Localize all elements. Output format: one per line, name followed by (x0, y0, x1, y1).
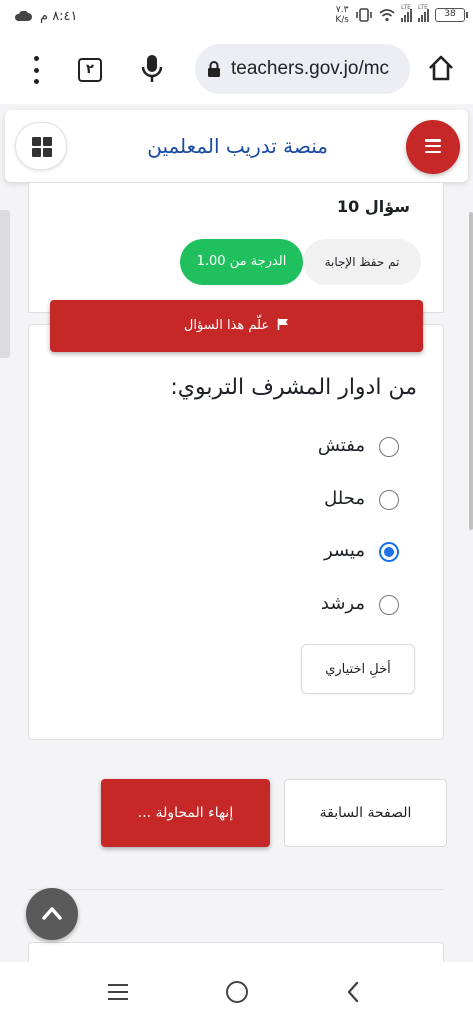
grid-icon (32, 137, 52, 157)
cloud-icon (15, 11, 32, 21)
system-navigation-bar (0, 962, 473, 1024)
apps-grid-button[interactable] (15, 122, 67, 170)
question-card: من ادوار المشرف التربوي: مفتش محلل ميسر … (28, 324, 444, 740)
clear-choice-button[interactable]: أخلِ اختياري (301, 644, 415, 694)
option-2[interactable]: محلل (279, 485, 399, 515)
address-bar[interactable]: teachers.gov.jo/mc (195, 44, 410, 94)
more-options-icon[interactable] (30, 56, 42, 84)
radio-button[interactable] (379, 490, 399, 510)
grade-badge: الدرجة من 1.00 (180, 239, 303, 285)
network-speed: ٧.٣ K/s (335, 5, 349, 25)
microphone-icon[interactable] (140, 54, 164, 84)
status-time: ٨:٤١ م (40, 9, 78, 24)
finish-attempt-button[interactable]: إنهاء المحاولة ... (101, 779, 270, 847)
flag-question-button[interactable]: علّم هذا السؤال (50, 300, 423, 352)
scroll-to-top-button[interactable] (26, 888, 78, 940)
option-1[interactable]: مفتش (279, 432, 399, 462)
status-icons: ٧.٣ K/s LTE LTE 38 (335, 4, 468, 25)
flag-icon (277, 318, 289, 330)
recent-apps-icon[interactable] (108, 984, 128, 1000)
option-label[interactable]: ميسر (324, 540, 365, 561)
tab-switcher-button[interactable]: ٢ (78, 58, 102, 82)
hamburger-menu-icon (425, 139, 441, 153)
radio-button[interactable] (379, 437, 399, 457)
vibrate-icon (356, 8, 372, 22)
home-icon[interactable] (427, 54, 455, 82)
main-menu-button[interactable] (406, 120, 460, 174)
radio-button[interactable] (379, 595, 399, 615)
site-title[interactable]: منصة تدريب المعلمين (147, 134, 328, 158)
home-circle-icon[interactable] (226, 981, 248, 1003)
divider (28, 889, 444, 890)
browser-toolbar: ٢ teachers.gov.jo/mc (0, 34, 473, 104)
site-header: منصة تدريب المعلمين (5, 110, 468, 182)
option-label[interactable]: مفتش (318, 435, 365, 456)
signal-icon-1: LTE (401, 4, 412, 22)
back-arrow-icon[interactable] (344, 980, 362, 1004)
question-text: من ادوار المشرف التربوي: (170, 375, 417, 400)
option-label[interactable]: محلل (324, 488, 365, 509)
lock-icon (208, 61, 220, 77)
signal-icon-2: LTE (418, 4, 429, 22)
option-3[interactable]: ميسر (279, 537, 399, 567)
side-drawer-handle[interactable] (0, 210, 10, 358)
previous-page-button[interactable]: الصفحة السابقة (284, 779, 447, 847)
option-4[interactable]: مرشد (279, 590, 399, 620)
status-bar: ٨:٤١ م ٧.٣ K/s LTE LTE 38 (0, 0, 473, 34)
answer-saved-badge: تم حفظ الإجابة (303, 239, 421, 285)
radio-button-selected[interactable] (379, 542, 399, 562)
battery-icon: 38 (435, 8, 468, 22)
scrollbar[interactable] (469, 212, 473, 530)
option-label[interactable]: مرشد (321, 593, 365, 614)
question-info-card: سؤال 10 تم حفظ الإجابة الدرجة من 1.00 (28, 183, 444, 313)
wifi-icon (379, 9, 395, 22)
chevron-up-icon (42, 907, 62, 920)
question-number: سؤال 10 (337, 197, 410, 216)
url-text: teachers.gov.jo/mc (231, 58, 390, 79)
